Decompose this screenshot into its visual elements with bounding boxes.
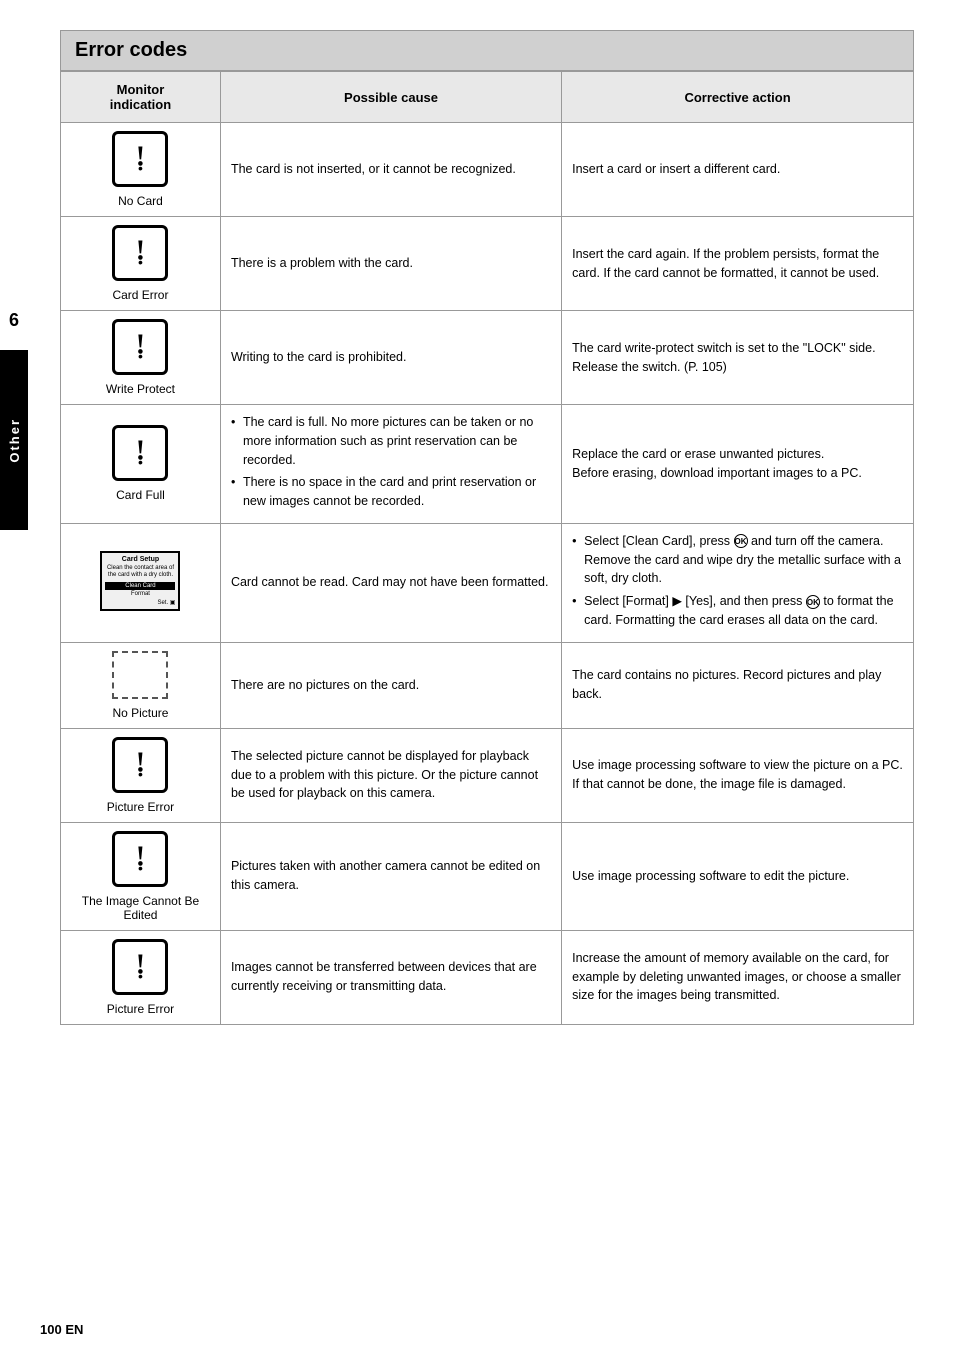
page-title: Error codes xyxy=(60,30,914,71)
table-row: Card Setup Clean the contact area ofthe … xyxy=(61,523,914,642)
table-row: Card Error There is a problem with the c… xyxy=(61,217,914,311)
card-full-label: Card Full xyxy=(71,488,210,502)
ok-icon: OK xyxy=(734,534,748,548)
list-item: Select [Clean Card], press OK and turn o… xyxy=(572,532,903,588)
cause-cell-card-full: The card is full. No more pictures can b… xyxy=(220,405,561,524)
table-row: No Picture There are no pictures on the … xyxy=(61,642,914,728)
table-row: Write Protect Writing to the card is pro… xyxy=(61,311,914,405)
action-cell-image-cannot-edit: Use image processing software to edit th… xyxy=(562,822,914,930)
table-row: Card Full The card is full. No more pict… xyxy=(61,405,914,524)
page-number: 100 xyxy=(40,1322,62,1337)
image-cannot-edit-icon xyxy=(112,831,168,890)
cause-cell-card-error: There is a problem with the card. xyxy=(220,217,561,311)
action-cell-picture-error-2: Increase the amount of memory available … xyxy=(562,930,914,1024)
action-cell-card-full: Replace the card or erase unwanted pictu… xyxy=(562,405,914,524)
action-cell-card-error: Insert the card again. If the problem pe… xyxy=(562,217,914,311)
monitor-cell-no-picture: No Picture xyxy=(61,642,221,728)
cause-cell-no-card: The card is not inserted, or it cannot b… xyxy=(220,123,561,217)
cause-bullets-card-full: The card is full. No more pictures can b… xyxy=(231,413,551,511)
list-item: Select [Format] ▶ [Yes], and then press … xyxy=(572,592,903,630)
list-item: The card is full. No more pictures can b… xyxy=(231,413,551,469)
col-header-monitor: Monitorindication xyxy=(61,72,221,123)
table-row: No Card The card is not inserted, or it … xyxy=(61,123,914,217)
cause-cell-no-picture: There are no pictures on the card. xyxy=(220,642,561,728)
action-cell-no-picture: The card contains no pictures. Record pi… xyxy=(562,642,914,728)
no-picture-label: No Picture xyxy=(71,706,210,720)
action-cell-picture-error: Use image processing software to view th… xyxy=(562,728,914,822)
write-protect-icon xyxy=(112,319,168,378)
monitor-cell-no-card: No Card xyxy=(61,123,221,217)
picture-error-icon xyxy=(112,737,168,796)
write-protect-label: Write Protect xyxy=(71,382,210,396)
cause-cell-picture-error-2: Images cannot be transferred between dev… xyxy=(220,930,561,1024)
cause-cell-image-cannot-edit: Pictures taken with another camera canno… xyxy=(220,822,561,930)
cause-cell-picture-error: The selected picture cannot be displayed… xyxy=(220,728,561,822)
monitor-cell-picture-error-2: Picture Error xyxy=(61,930,221,1024)
col-header-cause: Possible cause xyxy=(220,72,561,123)
table-row: The Image Cannot Be Edited Pictures take… xyxy=(61,822,914,930)
picture-error-2-icon xyxy=(112,939,168,998)
menu-screen-icon: Card Setup Clean the contact area ofthe … xyxy=(100,551,180,611)
card-full-icon xyxy=(112,425,168,484)
no-card-icon xyxy=(112,131,168,190)
no-picture-icon xyxy=(112,651,168,702)
action-cell-write-protect: The card write-protect switch is set to … xyxy=(562,311,914,405)
image-cannot-edit-label: The Image Cannot Be Edited xyxy=(71,894,210,922)
side-tab: Other xyxy=(0,350,28,530)
card-error-label: Card Error xyxy=(71,288,210,302)
picture-error-label: Picture Error xyxy=(71,800,210,814)
page-suffix: EN xyxy=(62,1322,84,1337)
page-container: Other 6 Error codes Monitorindication Po… xyxy=(0,0,954,1357)
action-cell-card-unread: Select [Clean Card], press OK and turn o… xyxy=(562,523,914,642)
page-footer: 100 EN xyxy=(40,1322,83,1337)
col-header-action: Corrective action xyxy=(562,72,914,123)
monitor-cell-card-error: Card Error xyxy=(61,217,221,311)
table-row: Picture Error The selected picture canno… xyxy=(61,728,914,822)
monitor-cell-picture-error: Picture Error xyxy=(61,728,221,822)
side-number: 6 xyxy=(0,310,28,331)
ok-icon: OK xyxy=(806,595,820,609)
no-card-label: No Card xyxy=(71,194,210,208)
monitor-cell-card-unread: Card Setup Clean the contact area ofthe … xyxy=(61,523,221,642)
list-item: There is no space in the card and print … xyxy=(231,473,551,511)
cause-cell-write-protect: Writing to the card is prohibited. xyxy=(220,311,561,405)
monitor-cell-image-cannot-edit: The Image Cannot Be Edited xyxy=(61,822,221,930)
error-codes-table: Monitorindication Possible cause Correct… xyxy=(60,71,914,1025)
action-cell-no-card: Insert a card or insert a different card… xyxy=(562,123,914,217)
monitor-cell-card-full: Card Full xyxy=(61,405,221,524)
action-bullets-card-unread: Select [Clean Card], press OK and turn o… xyxy=(572,532,903,630)
cause-cell-card-unread: Card cannot be read. Card may not have b… xyxy=(220,523,561,642)
side-tab-label: Other xyxy=(7,418,22,463)
table-header-row: Monitorindication Possible cause Correct… xyxy=(61,72,914,123)
card-error-icon xyxy=(112,225,168,284)
picture-error-2-label: Picture Error xyxy=(71,1002,210,1016)
monitor-cell-write-protect: Write Protect xyxy=(61,311,221,405)
table-row: Picture Error Images cannot be transferr… xyxy=(61,930,914,1024)
